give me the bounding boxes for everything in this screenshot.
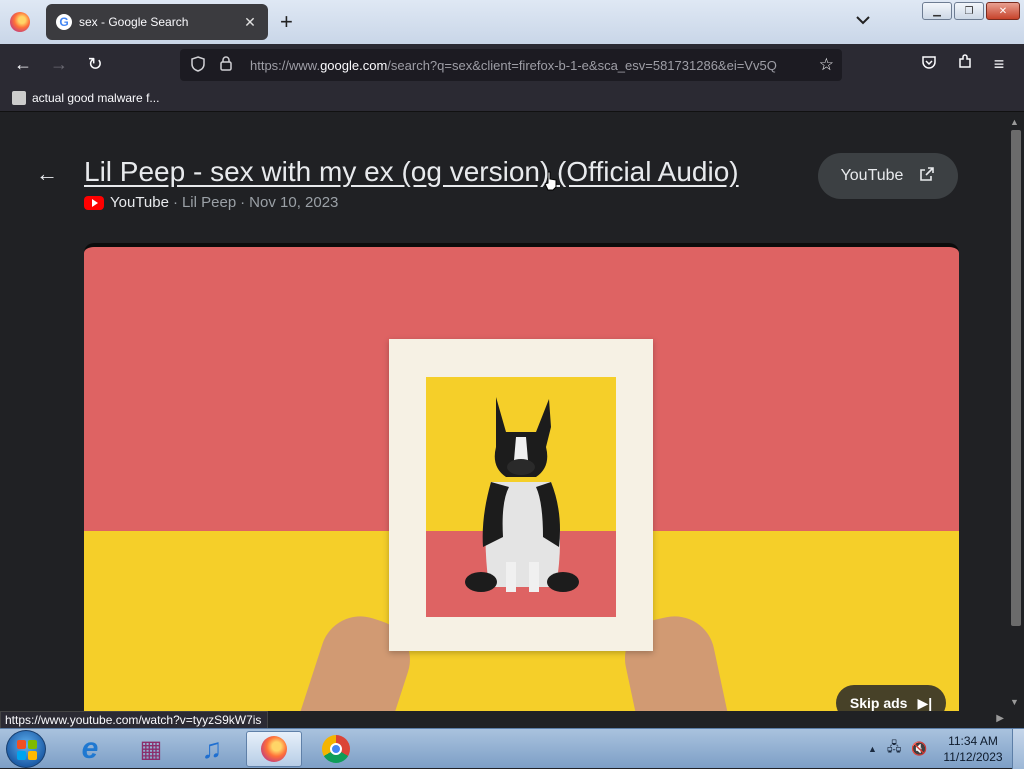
firefox-menu-icon[interactable]	[10, 12, 30, 32]
show-desktop-button[interactable]	[1012, 729, 1024, 769]
tab-close-icon[interactable]: ✕	[242, 14, 258, 31]
clock-time: 11:34 AM	[948, 734, 998, 748]
reload-button[interactable]: ↻	[84, 54, 106, 74]
shield-icon[interactable]	[188, 55, 208, 75]
windows-logo-icon	[17, 740, 37, 760]
french-bulldog-image	[465, 397, 579, 592]
taskbar-chrome[interactable]	[308, 731, 364, 767]
url-prefix: https://www.	[250, 57, 321, 73]
scroll-up-icon[interactable]: ▲	[1010, 117, 1019, 127]
meta-separator: ·	[172, 194, 178, 211]
tab-google-search[interactable]: G sex - Google Search ✕	[46, 4, 268, 40]
close-window-button[interactable]: ✕	[986, 2, 1020, 20]
forward-button[interactable]: →	[48, 54, 70, 74]
external-link-icon	[919, 166, 935, 187]
chrome-icon	[322, 735, 350, 763]
bookmark-favicon-icon	[12, 91, 26, 105]
list-all-tabs-button[interactable]	[856, 12, 870, 28]
url-text[interactable]: https://www.google.com/search?q=sex&clie…	[250, 58, 816, 73]
status-link-preview: https://www.youtube.com/watch?v=tyyzS9kW…	[0, 711, 268, 729]
horizontal-scrollbar[interactable]: ▶	[268, 711, 1024, 728]
youtube-logo-icon	[84, 195, 104, 210]
taskbar-itunes[interactable]: ♫	[184, 731, 240, 767]
taskbar-winrar[interactable]: ▦	[123, 731, 179, 767]
app-menu-icon[interactable]: ≡	[988, 54, 1010, 74]
hand-cursor-icon	[544, 171, 557, 191]
url-bar[interactable]: https://www.google.com/search?q=sex&clie…	[180, 49, 842, 81]
frame-picture	[426, 377, 616, 617]
chevron-down-icon	[856, 16, 870, 25]
taskbar-clock[interactable]: 11:34 AM 11/12/2023	[940, 733, 1006, 765]
url-domain: google.com	[320, 57, 388, 73]
video-source: YouTube	[110, 194, 169, 211]
windows-taskbar: e ▦ ♫ ▲ 🖧 🔇 11:34 AM 11/12/2023	[0, 728, 1024, 769]
video-title-link[interactable]: Lil Peep - sex with my ex (og version) (…	[84, 156, 739, 188]
winrar-icon: ▦	[139, 735, 163, 763]
open-youtube-button[interactable]: YouTube	[818, 153, 958, 199]
video-meta: YouTube · Lil Peep · Nov 10, 2023	[84, 194, 338, 211]
new-tab-button[interactable]: +	[280, 11, 293, 33]
show-hidden-icons-button[interactable]: ▲	[868, 744, 877, 754]
scroll-right-icon[interactable]: ▶	[996, 713, 1004, 724]
taskbar-firefox[interactable]	[246, 731, 302, 767]
clock-date: 11/12/2023	[943, 750, 1003, 764]
bookmark-star-icon[interactable]: ☆	[819, 55, 834, 75]
restore-button[interactable]: ❐	[954, 2, 984, 20]
firefox-icon	[261, 736, 287, 762]
url-suffix: /search?q=sex&client=firefox-b-1-e&sca_e…	[387, 57, 777, 73]
bookmarks-toolbar: actual good malware f...	[0, 86, 1024, 112]
google-favicon-icon: G	[56, 14, 72, 30]
tab-strip: G sex - Google Search ✕ + ▁ ❐ ✕	[0, 0, 1024, 44]
volume-muted-icon[interactable]: 🔇	[911, 741, 927, 757]
scroll-down-icon[interactable]: ▼	[1010, 697, 1019, 707]
pocket-icon[interactable]	[918, 54, 940, 76]
network-icon[interactable]: 🖧	[887, 738, 902, 760]
minimize-button[interactable]: ▁	[922, 2, 952, 20]
navigation-toolbar: ← → ↻ https://www.google.com/search?q=se…	[0, 44, 1024, 86]
video-date: Nov 10, 2023	[249, 194, 339, 211]
page-content: ← Lil Peep - sex with my ex (og version)…	[0, 113, 1006, 711]
skip-ads-button[interactable]: Skip ads ▶|	[836, 685, 946, 711]
internet-explorer-icon: e	[81, 732, 99, 765]
open-youtube-label: YouTube	[840, 167, 904, 184]
start-button[interactable]	[6, 730, 46, 768]
video-player[interactable]: Skip ads ▶|	[84, 243, 959, 711]
vertical-scrollbar[interactable]: ▲ ▼	[1006, 113, 1024, 711]
video-channel: Lil Peep	[181, 194, 237, 211]
extensions-icon[interactable]	[954, 54, 976, 74]
back-button[interactable]: ←	[12, 54, 34, 74]
scrollbar-thumb[interactable]	[1011, 130, 1021, 626]
back-arrow-icon[interactable]: ←	[36, 161, 58, 187]
meta-separator: ·	[240, 194, 246, 211]
lock-icon[interactable]	[216, 56, 236, 74]
skip-ads-label: Skip ads	[849, 695, 908, 711]
itunes-icon: ♫	[201, 733, 223, 764]
skip-icon: ▶|	[917, 694, 933, 711]
picture-frame	[389, 339, 653, 651]
system-tray: ▲ 🖧 🔇	[868, 729, 928, 769]
bookmark-label: actual good malware f...	[32, 91, 160, 105]
bookmark-item[interactable]: actual good malware f...	[12, 91, 159, 105]
tab-title: sex - Google Search	[79, 15, 189, 29]
taskbar-internet-explorer[interactable]: e	[62, 731, 118, 767]
window-controls: ▁ ❐ ✕	[922, 2, 1020, 20]
